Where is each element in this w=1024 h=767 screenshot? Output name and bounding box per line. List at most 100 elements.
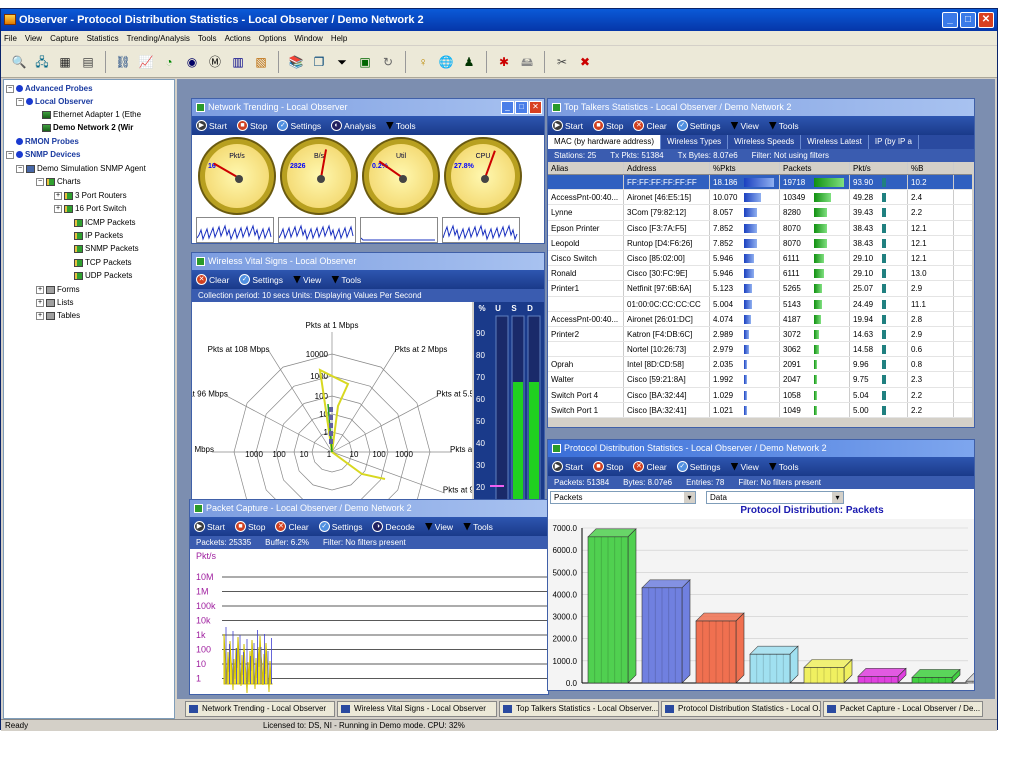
wireless-titlebar[interactable]: Wireless Vital Signs - Local Observer	[192, 253, 544, 270]
collapse-icon[interactable]: −	[6, 84, 14, 93]
tools-button[interactable]: Tools	[385, 121, 416, 131]
tab[interactable]: IP (by IP a	[869, 135, 919, 149]
table-row[interactable]: 01:00:0C:CC:CC:CC 5.004 5143 24.49 11.1	[548, 296, 972, 312]
table-row[interactable]: Printer2 Katron [F4:DB:6C] 2.989 3072 14.63 2…	[548, 326, 972, 343]
person-icon[interactable]: ♟	[459, 52, 479, 72]
book-icon[interactable]: 📚	[286, 52, 306, 72]
minimize-button[interactable]: _	[501, 101, 514, 114]
menu-actions[interactable]: Actions	[225, 34, 251, 43]
disconnect-icon[interactable]: ✖	[575, 52, 595, 72]
pie-icon[interactable]: ◔	[159, 52, 179, 72]
table-row[interactable]: Nortel [10:26:73] 2.979 3062 14.58 0.6	[548, 342, 972, 358]
packet-capture-window[interactable]: Packet Capture - Local Observer / Demo N…	[189, 499, 549, 695]
tree-node[interactable]: Ethernet Adapter 1 (Ethe	[32, 110, 141, 119]
clear-button[interactable]: ✕ Clear	[196, 274, 229, 285]
table-row[interactable]: Lynne 3Com [79:82:12] 8.057 8280 39.43 2.2	[548, 205, 972, 221]
capture-icon[interactable]: 🖧	[32, 52, 52, 72]
tools-button[interactable]: Tools	[463, 522, 493, 532]
menu-view[interactable]: View	[25, 34, 42, 43]
protocol-distribution-window[interactable]: Protocol Distribution Statistics - Local…	[547, 439, 975, 691]
tree-node[interactable]: RMON Probes	[6, 137, 79, 146]
menu-help[interactable]: Help	[331, 34, 347, 43]
top-talkers-titlebar[interactable]: Top Talkers Statistics - Local Observer …	[548, 99, 974, 116]
start-button[interactable]: ▶ Start	[552, 120, 583, 131]
maximize-button[interactable]: □	[515, 101, 528, 114]
minimize-button[interactable]: _	[942, 12, 958, 28]
tree-node[interactable]: − Charts	[36, 177, 81, 186]
copy-icon[interactable]: ❐	[309, 52, 329, 72]
clear-button[interactable]: ✕ Clear	[633, 461, 667, 472]
menu-tools[interactable]: Tools	[198, 34, 217, 43]
clear-button[interactable]: ✕ Clear	[633, 120, 667, 131]
menu-options[interactable]: Options	[259, 34, 287, 43]
tree-node[interactable]: + Tables	[36, 311, 80, 320]
settings-button[interactable]: ✓ Settings	[318, 521, 362, 532]
bar[interactable]	[965, 680, 975, 684]
taskbar-button[interactable]: Network Trending - Local Observer	[185, 701, 335, 717]
stop-button[interactable]: ■ Stop	[592, 461, 623, 472]
table-row[interactable]: AccessPnt-00:40... Aironet [46:E5:15] 10.0…	[548, 190, 972, 206]
tree-node[interactable]: UDP Packets	[64, 271, 132, 280]
metric-select[interactable]: Packets	[550, 491, 696, 504]
filter-icon[interactable]: ⏷	[332, 52, 352, 72]
menu-file[interactable]: File	[4, 34, 17, 43]
column-header[interactable]: Packets	[780, 162, 850, 174]
tab[interactable]: MAC (by hardware address)	[548, 135, 662, 149]
stop-button[interactable]: ■ Stop	[592, 120, 623, 131]
column-header[interactable]: Alias	[548, 162, 624, 174]
column-header[interactable]: %B	[908, 162, 954, 174]
expand-icon[interactable]: +	[54, 204, 62, 213]
close-button[interactable]: ✕	[978, 12, 994, 28]
taskbar-button[interactable]: Packet Capture - Local Observer / De...	[823, 701, 983, 717]
collapse-icon[interactable]: −	[36, 177, 44, 186]
tree-node[interactable]: − Local Observer	[16, 97, 93, 106]
tools-button[interactable]: Tools	[768, 121, 799, 131]
meter-icon[interactable]: Ⓜ	[205, 52, 225, 72]
tab[interactable]: Wireless Types	[661, 135, 729, 149]
collapse-icon[interactable]: −	[6, 150, 14, 159]
taskbar-button[interactable]: Protocol Distribution Statistics - Local…	[661, 701, 821, 717]
menu-capture[interactable]: Capture	[50, 34, 78, 43]
decode-icon[interactable]: ▣	[355, 52, 375, 72]
table-row[interactable]: Walter Cisco [59:21:8A] 1.992 2047 9.75 2.3	[548, 372, 972, 388]
tree-node[interactable]: − SNMP Devices	[6, 150, 80, 159]
settings-button[interactable]: ✓ Settings	[676, 120, 720, 131]
expand-icon[interactable]: +	[36, 285, 44, 294]
gauge-icon[interactable]: ◉	[182, 52, 202, 72]
protocol-titlebar[interactable]: Protocol Distribution Statistics - Local…	[548, 440, 974, 457]
tree-node[interactable]: + Lists	[36, 298, 73, 307]
table-row[interactable]: Switch Port 4 Cisco [BA:32:44] 1.029 1058 5.…	[548, 387, 972, 403]
top-talkers-window[interactable]: Top Talkers Statistics - Local Observer …	[547, 98, 975, 428]
table-row[interactable]: Printer1 Netfinit [97:6B:6A] 5.123 5265 25.0…	[548, 281, 972, 297]
tree-node[interactable]: ICMP Packets	[64, 218, 136, 227]
view-button[interactable]: View	[730, 121, 759, 131]
menu-statistics[interactable]: Statistics	[87, 34, 119, 43]
tree-node[interactable]: +16 Port Switch	[54, 204, 127, 213]
settings-button[interactable]: ✓ Settings	[277, 120, 321, 131]
expand-icon[interactable]: +	[36, 311, 44, 320]
menu-window[interactable]: Window	[294, 34, 322, 43]
collapse-icon[interactable]: −	[16, 164, 24, 173]
start-button[interactable]: ▶ Start	[196, 120, 227, 131]
settings-button[interactable]: ✓ Settings	[239, 274, 283, 285]
stop-button[interactable]: ■ Stop	[236, 120, 267, 131]
taskbar-button[interactable]: Top Talkers Statistics - Local Observer.…	[499, 701, 659, 717]
tree-node[interactable]: SNMP Packets	[64, 244, 139, 253]
maximize-button[interactable]: □	[960, 12, 976, 28]
tree-node[interactable]: − Demo Simulation SNMP Agent	[16, 164, 146, 173]
start-button[interactable]: ▶ Start	[194, 521, 225, 532]
expand-icon[interactable]: +	[54, 191, 62, 200]
table-row[interactable]: Leopold Runtop [D4:F6:26] 7.852 8070 38.43 12…	[548, 235, 972, 251]
tab[interactable]: Wireless Latest	[801, 135, 869, 149]
tree-node[interactable]: TCP Packets	[64, 258, 132, 267]
table-row[interactable]: Ronald Cisco [30:FC:9E] 5.946 6111 29.10 13.0	[548, 266, 972, 282]
table-icon[interactable]: ▥	[228, 52, 248, 72]
network-trending-titlebar[interactable]: Network Trending - Local Observer _ □ ✕	[192, 99, 544, 116]
network-icon[interactable]: ⛓	[113, 52, 133, 72]
alarm-icon[interactable]: ♀	[413, 52, 433, 72]
view-button[interactable]: View	[293, 275, 321, 285]
stats-icon[interactable]: ▦	[55, 52, 75, 72]
tree-node[interactable]: +3 Port Routers	[54, 191, 127, 200]
tools-button[interactable]: Tools	[768, 462, 799, 472]
view-button[interactable]: View	[730, 462, 759, 472]
